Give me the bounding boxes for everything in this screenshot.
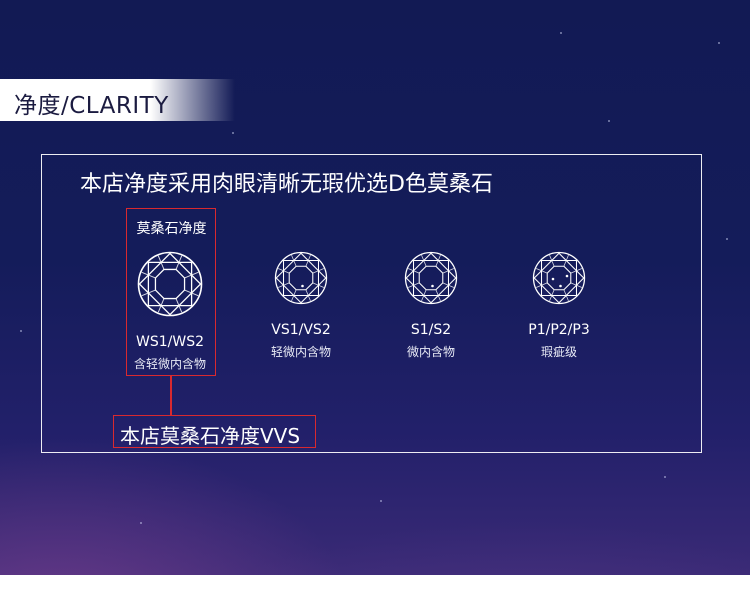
panel-heading: 本店净度采用肉眼清晰无瑕优选D色莫桑石 — [80, 172, 493, 197]
section-title: 净度/CLARITY — [14, 93, 169, 119]
section-title-bar: 净度/CLARITY — [0, 79, 235, 121]
star-decoration — [726, 238, 728, 240]
star-decoration — [560, 32, 562, 34]
grade-description: 轻微内含物 — [270, 345, 331, 359]
star-decoration — [664, 476, 666, 478]
grade-name: S1/S2 — [410, 322, 452, 338]
star-decoration — [140, 522, 142, 524]
diamond-icon — [404, 251, 458, 305]
grade-description: 含轻微内含物 — [133, 357, 206, 371]
clarity-grade-ws: WS1/WS2 含轻微内含物 — [120, 251, 220, 372]
star-decoration — [380, 500, 382, 502]
callout-box: 本店莫桑石净度VVS — [113, 415, 316, 448]
clarity-grade-s: S1/S2 微内含物 — [381, 251, 481, 360]
diamond-icon — [274, 251, 328, 305]
highlight-caption: 莫桑石净度 — [136, 221, 207, 237]
diamond-icon — [532, 251, 586, 305]
callout-connector — [170, 375, 172, 415]
clarity-banner: 净度/CLARITY 本店净度采用肉眼清晰无瑕优选D色莫桑石 莫桑石净度 WS1… — [0, 0, 750, 575]
diamond-icon — [137, 251, 203, 317]
clarity-panel: 本店净度采用肉眼清晰无瑕优选D色莫桑石 莫桑石净度 WS1/WS2 含轻微内含物… — [41, 154, 702, 453]
clarity-grade-vs: VS1/VS2 轻微内含物 — [251, 251, 351, 360]
star-decoration — [608, 120, 610, 122]
grade-description: 瑕疵级 — [540, 345, 577, 359]
grade-name: VS1/VS2 — [271, 322, 331, 338]
grade-name: P1/P2/P3 — [528, 322, 590, 338]
callout-text: 本店莫桑石净度VVS — [120, 424, 301, 448]
grade-name: WS1/WS2 — [136, 334, 204, 350]
star-decoration — [20, 330, 22, 332]
star-decoration — [232, 132, 234, 134]
grade-description: 微内含物 — [406, 345, 455, 359]
star-decoration — [718, 42, 720, 44]
clarity-grade-p: P1/P2/P3 瑕疵级 — [509, 251, 609, 360]
